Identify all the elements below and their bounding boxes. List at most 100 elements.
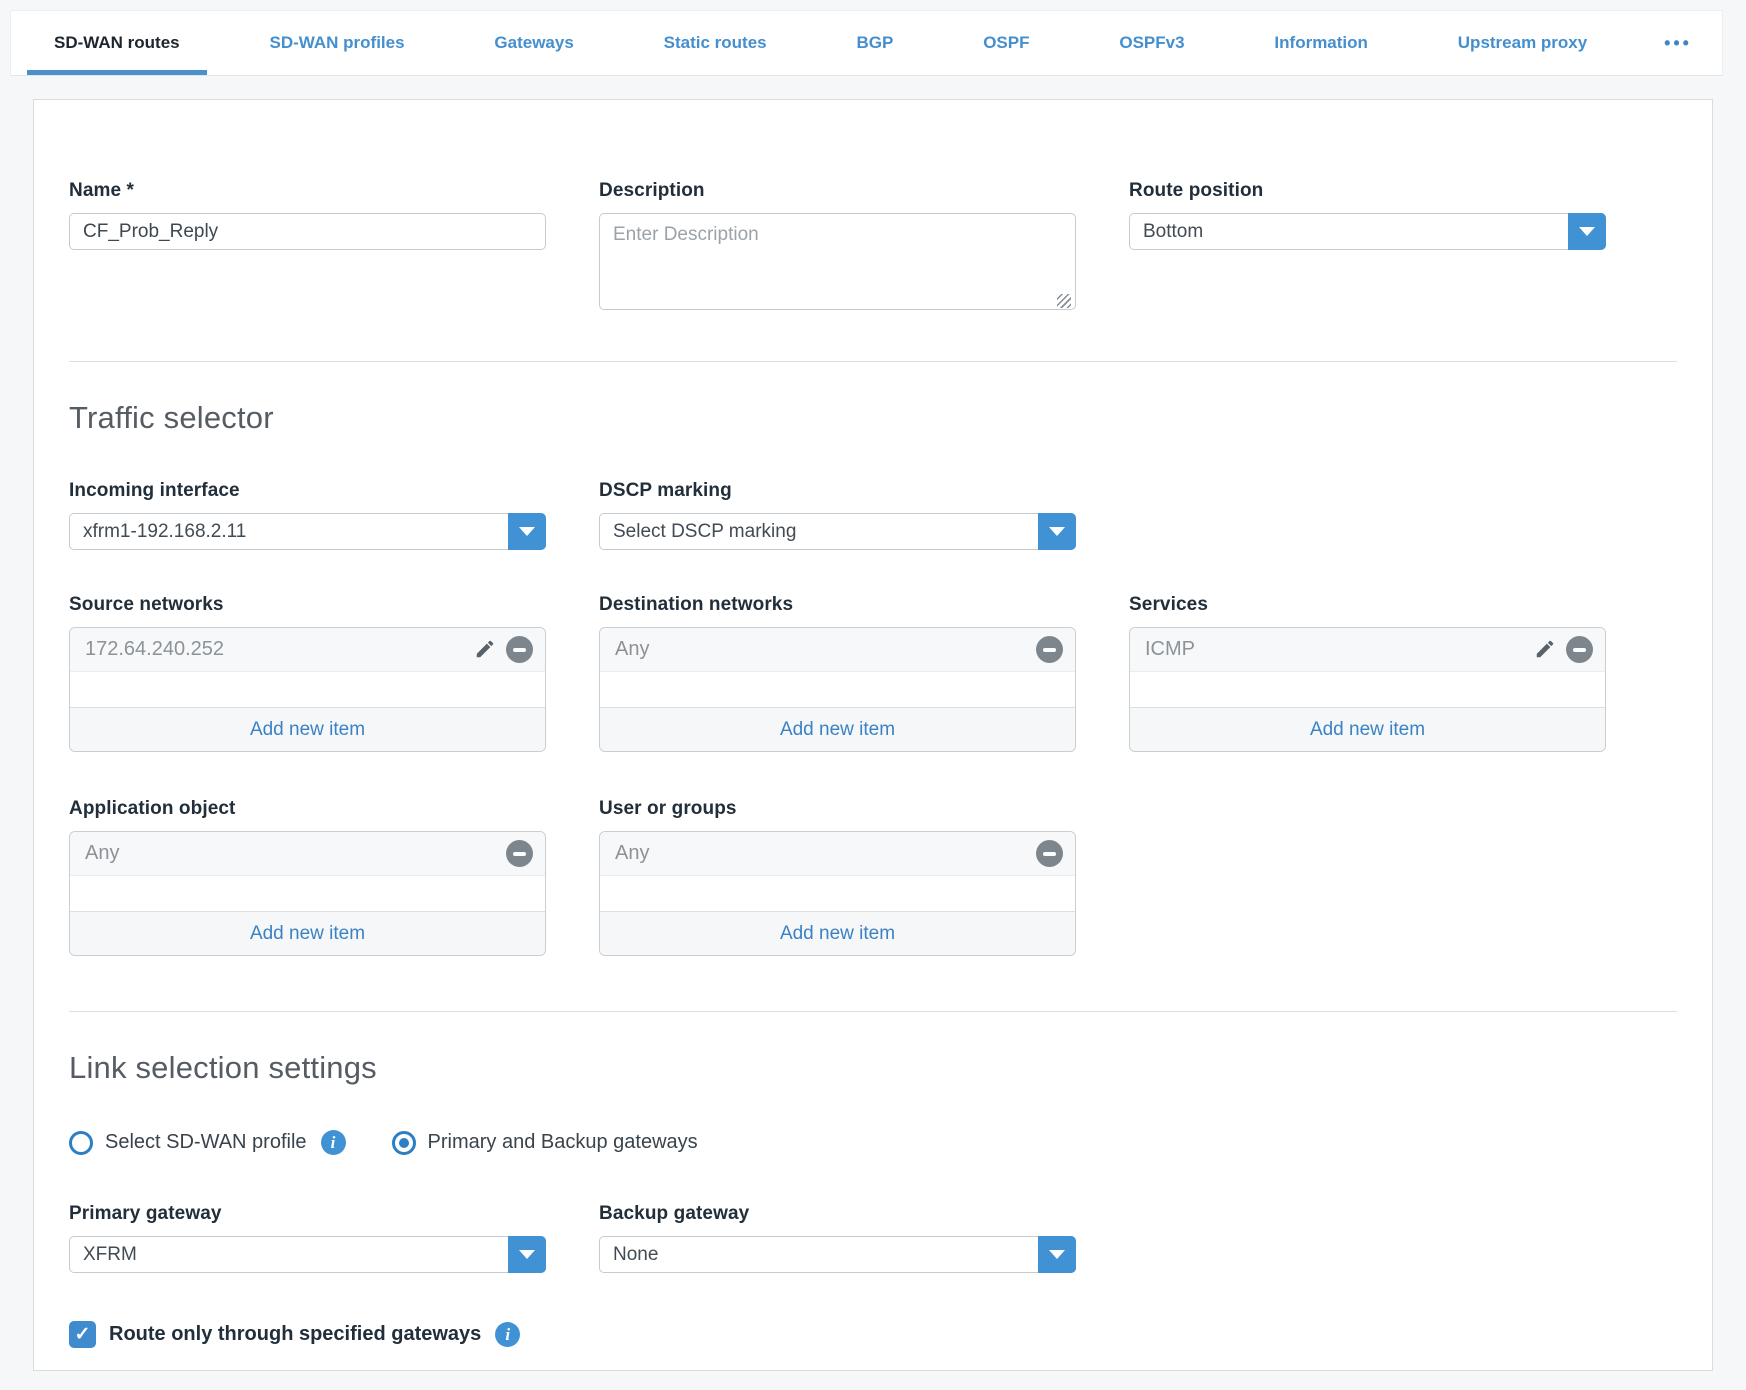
tab-sdwan-profiles[interactable]: SD-WAN profiles (242, 11, 431, 75)
description-field-group: Description (599, 180, 1076, 315)
remove-icon[interactable] (506, 636, 533, 663)
application-object-listbox: Any Add new item (69, 831, 546, 956)
link-selection-title: Link selection settings (69, 1050, 1677, 1086)
radio-icon[interactable] (392, 1131, 416, 1155)
radio-primary-backup-gateways[interactable]: Primary and Backup gateways (392, 1131, 698, 1155)
remove-icon[interactable] (1036, 840, 1063, 867)
source-networks-listbox: 172.64.240.252 Add new item (69, 627, 546, 752)
incoming-interface-label: Incoming interface (69, 480, 546, 502)
tab-static-routes[interactable]: Static routes (637, 11, 794, 75)
networks-services-row: Source networks 172.64.240.252 Add new i… (69, 594, 1677, 752)
dscp-marking-select[interactable]: Select DSCP marking (599, 513, 1076, 550)
route-position-select[interactable]: Bottom (1129, 213, 1606, 250)
user-or-groups-label: User or groups (599, 798, 1076, 820)
listbox-empty-area (70, 672, 545, 707)
tab-bgp[interactable]: BGP (830, 11, 921, 75)
add-new-item-label: Add new item (250, 923, 365, 945)
name-input[interactable] (69, 213, 546, 250)
dropdown-arrow-icon[interactable] (1568, 213, 1606, 250)
list-item-value: Any (85, 842, 506, 865)
dscp-marking-value: Select DSCP marking (600, 521, 1038, 543)
primary-gateway-select[interactable]: XFRM (69, 1236, 546, 1273)
incoming-interface-field-group: Incoming interface xfrm1-192.168.2.11 (69, 480, 546, 550)
tab-gateways[interactable]: Gateways (467, 11, 600, 75)
edit-icon[interactable] (474, 638, 498, 662)
route-only-label: Route only through specified gateways (109, 1323, 481, 1346)
add-new-item-label: Add new item (1310, 719, 1425, 741)
add-new-item-button[interactable]: Add new item (600, 707, 1075, 751)
gateways-row: Primary gateway XFRM Backup gateway None (69, 1203, 1677, 1273)
dropdown-arrow-icon[interactable] (1038, 1236, 1076, 1273)
primary-gateway-field-group: Primary gateway XFRM (69, 1203, 546, 1273)
dropdown-arrow-icon[interactable] (508, 513, 546, 550)
destination-networks-listbox: Any Add new item (599, 627, 1076, 752)
add-new-item-button[interactable]: Add new item (1130, 707, 1605, 751)
add-new-item-label: Add new item (780, 923, 895, 945)
tab-ospf[interactable]: OSPF (956, 11, 1056, 75)
dscp-marking-label: DSCP marking (599, 480, 1076, 502)
list-item[interactable]: Any (70, 832, 545, 876)
add-new-item-button[interactable]: Add new item (70, 911, 545, 955)
remove-icon[interactable] (1036, 636, 1063, 663)
add-new-item-label: Add new item (780, 719, 895, 741)
source-networks-label: Source networks (69, 594, 546, 616)
backup-gateway-field-group: Backup gateway None (599, 1203, 1076, 1273)
dscp-marking-field-group: DSCP marking Select DSCP marking (599, 480, 1076, 550)
list-item[interactable]: 172.64.240.252 (70, 628, 545, 672)
sdwan-route-form-card: Name * Description Route position Bottom… (33, 99, 1713, 1371)
source-networks-field-group: Source networks 172.64.240.252 Add new i… (69, 594, 546, 752)
backup-gateway-label: Backup gateway (599, 1203, 1076, 1225)
route-position-field-group: Route position Bottom (1129, 180, 1606, 250)
services-listbox: ICMP Add new item (1129, 627, 1606, 752)
destination-networks-field-group: Destination networks Any Add new item (599, 594, 1076, 752)
tab-sdwan-routes[interactable]: SD-WAN routes (27, 11, 207, 75)
incoming-interface-select[interactable]: xfrm1-192.168.2.11 (69, 513, 546, 550)
edit-icon[interactable] (1534, 638, 1558, 662)
services-field-group: Services ICMP Add new item (1129, 594, 1606, 752)
primary-gateway-value: XFRM (70, 1244, 508, 1266)
description-label: Description (599, 180, 1076, 202)
listbox-empty-area (1130, 672, 1605, 707)
list-item-value: Any (615, 842, 1036, 865)
dropdown-arrow-icon[interactable] (1038, 513, 1076, 550)
list-item-value: 172.64.240.252 (85, 638, 474, 661)
route-only-checkbox-row: ✓ Route only through specified gateways … (69, 1321, 1677, 1348)
add-new-item-button[interactable]: Add new item (70, 707, 545, 751)
listbox-empty-area (600, 672, 1075, 707)
list-item[interactable]: ICMP (1130, 628, 1605, 672)
list-item-value: ICMP (1145, 638, 1534, 661)
list-item-value: Any (615, 638, 1036, 661)
route-position-value: Bottom (1130, 221, 1568, 243)
radio-label: Primary and Backup gateways (428, 1131, 698, 1154)
destination-networks-label: Destination networks (599, 594, 1076, 616)
traffic-selector-selects-row: Incoming interface xfrm1-192.168.2.11 DS… (69, 480, 1677, 550)
route-only-checkbox[interactable]: ✓ (69, 1321, 96, 1348)
general-fields-row: Name * Description Route position Bottom (69, 180, 1677, 315)
radio-icon[interactable] (69, 1131, 93, 1155)
backup-gateway-select[interactable]: None (599, 1236, 1076, 1273)
section-divider (69, 361, 1677, 362)
radio-select-sdwan-profile[interactable]: Select SD-WAN profile i (69, 1130, 346, 1155)
primary-gateway-label: Primary gateway (69, 1203, 546, 1225)
remove-icon[interactable] (506, 840, 533, 867)
info-icon[interactable]: i (321, 1130, 346, 1155)
list-item[interactable]: Any (600, 832, 1075, 876)
remove-icon[interactable] (1566, 636, 1593, 663)
traffic-selector-title: Traffic selector (69, 400, 1677, 436)
radio-label: Select SD-WAN profile (105, 1131, 307, 1154)
list-item[interactable]: Any (600, 628, 1075, 672)
more-tabs-button[interactable]: ••• (1650, 11, 1706, 75)
listbox-empty-area (70, 876, 545, 911)
info-icon[interactable]: i (495, 1322, 520, 1347)
tab-ospfv3[interactable]: OSPFv3 (1092, 11, 1211, 75)
tab-bar: SD-WAN routes SD-WAN profiles Gateways S… (10, 10, 1723, 76)
section-divider (69, 1011, 1677, 1012)
application-users-row: Application object Any Add new item User… (69, 798, 1677, 956)
add-new-item-button[interactable]: Add new item (600, 911, 1075, 955)
dropdown-arrow-icon[interactable] (508, 1236, 546, 1273)
name-field-group: Name * (69, 180, 546, 250)
description-textarea[interactable] (599, 213, 1076, 310)
tab-upstream-proxy[interactable]: Upstream proxy (1431, 11, 1614, 75)
application-object-field-group: Application object Any Add new item (69, 798, 546, 956)
tab-information[interactable]: Information (1247, 11, 1395, 75)
